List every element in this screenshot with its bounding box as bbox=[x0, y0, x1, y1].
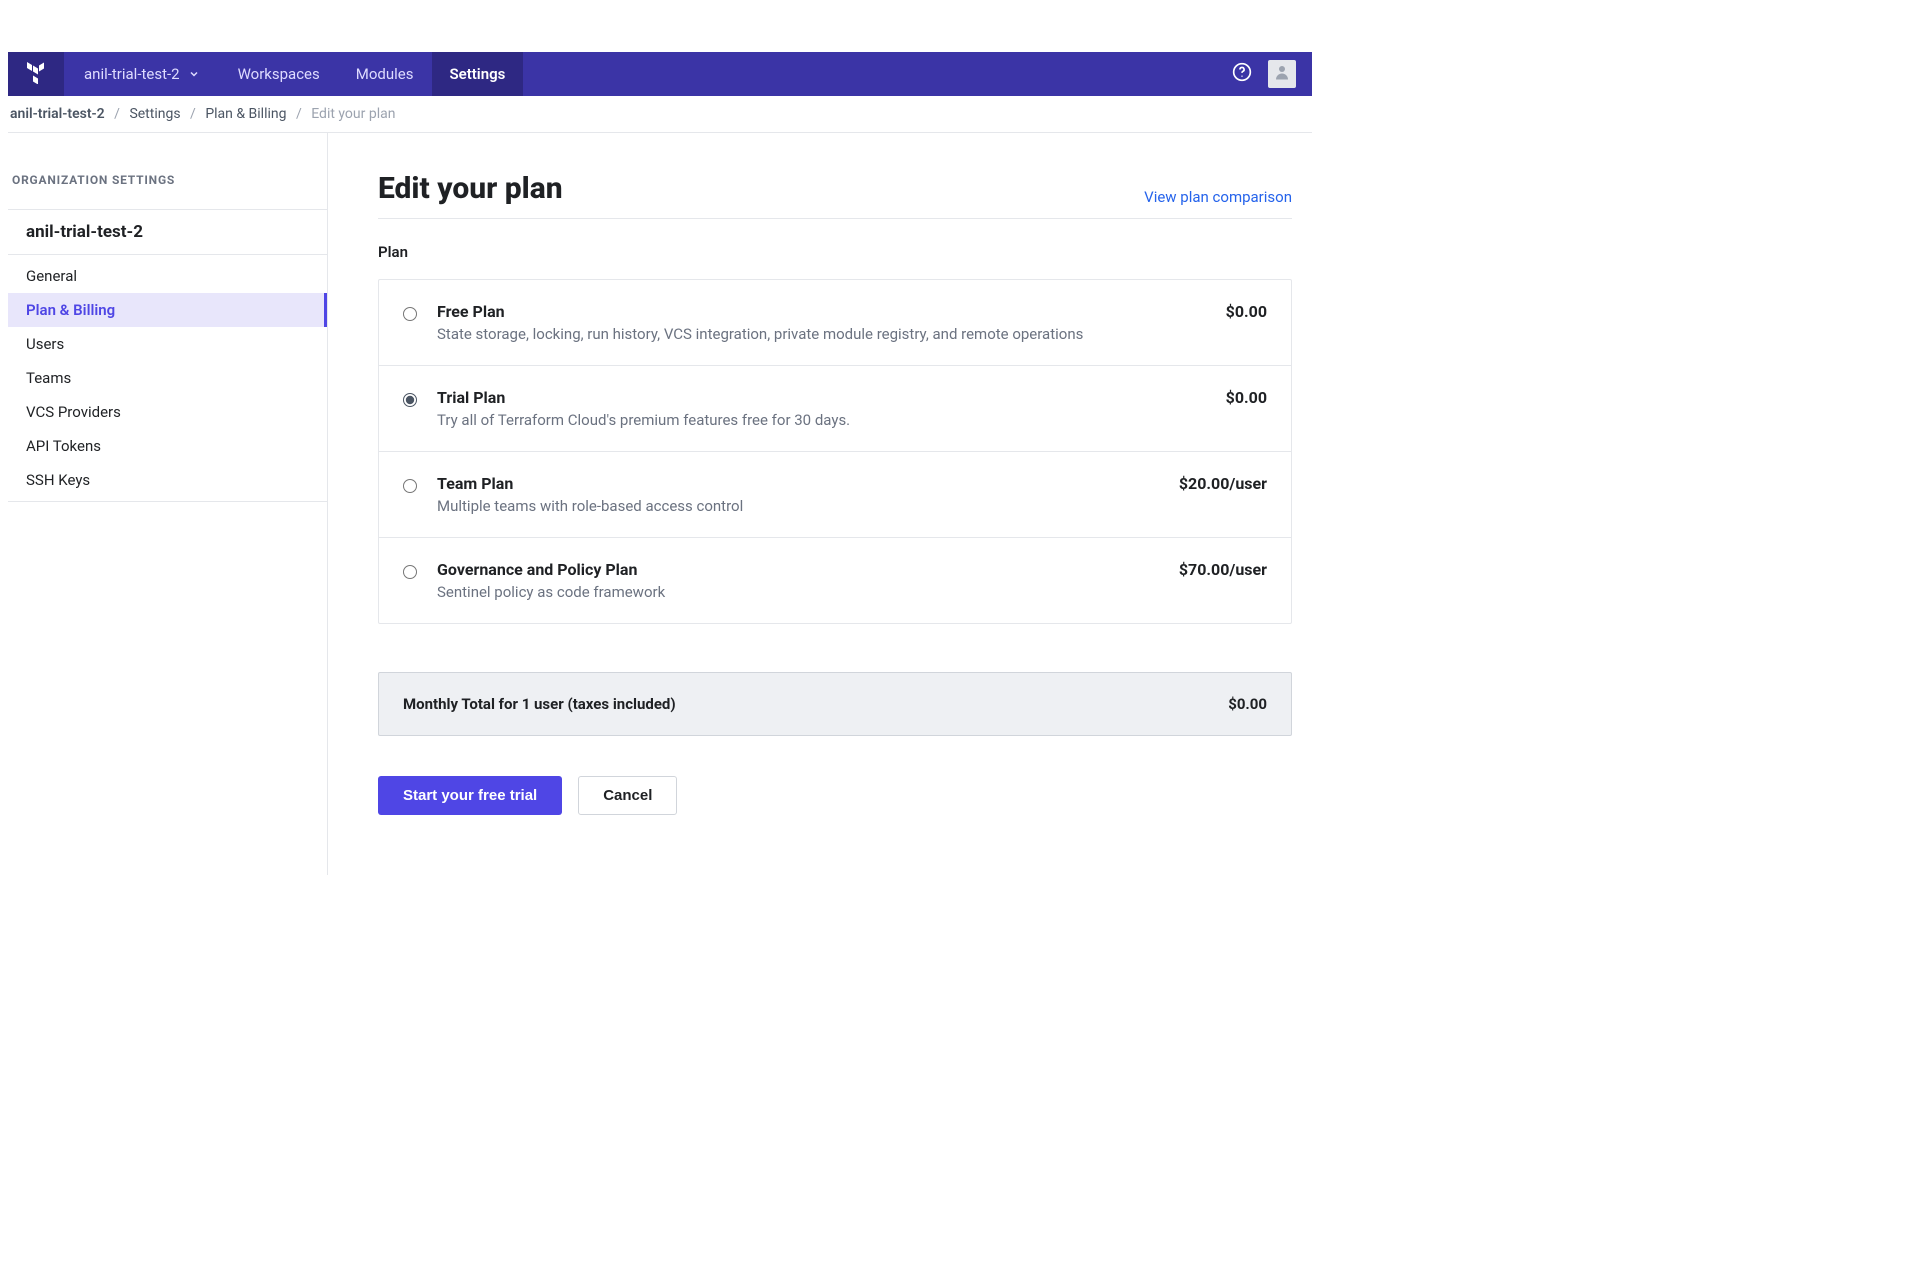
crumb-edit-plan: Edit your plan bbox=[311, 106, 395, 122]
sidebar-item-api-tokens[interactable]: API Tokens bbox=[8, 429, 327, 463]
total-label: Monthly Total for 1 user (taxes included… bbox=[403, 695, 676, 713]
plan-radio[interactable] bbox=[403, 306, 417, 325]
plan-title: Team Plan bbox=[437, 474, 1159, 493]
sidebar-item-teams[interactable]: Teams bbox=[8, 361, 327, 395]
plan-option-free[interactable]: Free Plan State storage, locking, run hi… bbox=[379, 280, 1291, 366]
terraform-logo-icon bbox=[24, 60, 48, 88]
crumb-billing[interactable]: Plan & Billing bbox=[205, 106, 286, 122]
plan-price: $20.00/user bbox=[1179, 474, 1267, 493]
plan-option-team[interactable]: Team Plan Multiple teams with role-based… bbox=[379, 452, 1291, 538]
breadcrumb: anil-trial-test-2 / Settings / Plan & Bi… bbox=[8, 96, 1312, 133]
plan-option-governance[interactable]: Governance and Policy Plan Sentinel poli… bbox=[379, 538, 1291, 623]
plan-radio[interactable] bbox=[403, 392, 417, 411]
sidebar-item-plan-billing[interactable]: Plan & Billing bbox=[8, 293, 327, 327]
crumb-org[interactable]: anil-trial-test-2 bbox=[10, 106, 105, 122]
plan-desc: Sentinel policy as code framework bbox=[437, 583, 1159, 601]
nav-modules[interactable]: Modules bbox=[338, 52, 432, 96]
plan-option-trial[interactable]: Trial Plan Try all of Terraform Cloud's … bbox=[379, 366, 1291, 452]
topbar: anil-trial-test-2 Workspaces Modules Set… bbox=[8, 52, 1312, 96]
plan-list: Free Plan State storage, locking, run hi… bbox=[378, 279, 1292, 624]
sidebar-item-ssh-keys[interactable]: SSH Keys bbox=[8, 463, 327, 497]
plan-desc: Try all of Terraform Cloud's premium fea… bbox=[437, 411, 1206, 429]
main-content: Edit your plan View plan comparison Plan… bbox=[328, 133, 1312, 875]
plan-title: Governance and Policy Plan bbox=[437, 560, 1159, 579]
sidebar-item-users[interactable]: Users bbox=[8, 327, 327, 361]
sidebar-item-vcs[interactable]: VCS Providers bbox=[8, 395, 327, 429]
view-plan-comparison-link[interactable]: View plan comparison bbox=[1144, 188, 1292, 206]
plan-section-label: Plan bbox=[378, 243, 1292, 261]
monthly-total: Monthly Total for 1 user (taxes included… bbox=[378, 672, 1292, 736]
plan-desc: Multiple teams with role-based access co… bbox=[437, 497, 1159, 515]
top-nav: Workspaces Modules Settings bbox=[220, 52, 524, 96]
plan-price: $0.00 bbox=[1226, 388, 1267, 407]
total-value: $0.00 bbox=[1228, 695, 1267, 713]
crumb-settings[interactable]: Settings bbox=[129, 106, 180, 122]
org-switcher[interactable]: anil-trial-test-2 bbox=[64, 65, 220, 83]
nav-settings[interactable]: Settings bbox=[432, 52, 524, 96]
plan-title: Trial Plan bbox=[437, 388, 1206, 407]
sidebar-org-name: anil-trial-test-2 bbox=[8, 209, 327, 255]
org-switcher-label: anil-trial-test-2 bbox=[84, 65, 180, 83]
logo[interactable] bbox=[8, 52, 64, 96]
page-title: Edit your plan bbox=[378, 171, 563, 206]
user-avatar[interactable] bbox=[1268, 60, 1296, 88]
start-trial-button[interactable]: Start your free trial bbox=[378, 776, 562, 815]
help-icon bbox=[1232, 62, 1252, 86]
plan-price: $0.00 bbox=[1226, 302, 1267, 321]
sidebar-section-label: ORGANIZATION SETTINGS bbox=[8, 173, 327, 209]
plan-radio[interactable] bbox=[403, 564, 417, 583]
plan-radio[interactable] bbox=[403, 478, 417, 497]
user-icon bbox=[1273, 63, 1291, 85]
help-button[interactable] bbox=[1228, 60, 1256, 88]
nav-workspaces[interactable]: Workspaces bbox=[220, 52, 338, 96]
plan-title: Free Plan bbox=[437, 302, 1206, 321]
sidebar-item-general[interactable]: General bbox=[8, 259, 327, 293]
sidebar: ORGANIZATION SETTINGS anil-trial-test-2 … bbox=[8, 133, 328, 875]
chevron-down-icon bbox=[188, 68, 200, 80]
cancel-button[interactable]: Cancel bbox=[578, 776, 677, 815]
plan-desc: State storage, locking, run history, VCS… bbox=[437, 325, 1206, 343]
plan-price: $70.00/user bbox=[1179, 560, 1267, 579]
